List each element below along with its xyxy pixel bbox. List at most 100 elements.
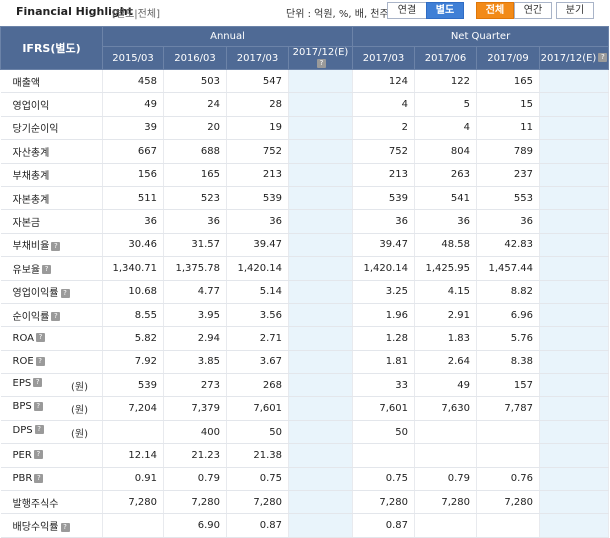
- info-icon[interactable]: ?: [598, 53, 608, 62]
- table-cell: [288, 326, 354, 351]
- table-cell: 539: [226, 186, 289, 211]
- row-label-text: 부채총계: [12, 171, 50, 183]
- period-header: 2017/12(E)?: [287, 46, 354, 70]
- table-cell: 539: [352, 186, 416, 211]
- table-cell: [539, 420, 610, 445]
- info-icon[interactable]: ?: [51, 241, 61, 251]
- row-label: DPS? (원): [0, 420, 103, 445]
- table-cell: 2: [352, 116, 416, 141]
- table-row: 영업이익 49 24 28 4 5 15: [0, 92, 610, 117]
- annual-group-header: Annual: [101, 26, 354, 47]
- table-cell: 1.81: [352, 350, 416, 375]
- table-cell: 49: [102, 92, 164, 117]
- table-cell: 0.87: [352, 513, 416, 538]
- table-cell: 7,280: [352, 490, 416, 515]
- table-cell: [539, 350, 610, 375]
- table-cell: 50: [352, 420, 416, 445]
- row-label-text: 발행주식수: [12, 498, 59, 510]
- table-cell: 122: [414, 69, 478, 94]
- period-header: 2017/03: [226, 46, 289, 70]
- unit-label: 단위 : 억원, %, 배, 천주: [286, 9, 389, 20]
- table-cell: 7,601: [226, 396, 289, 421]
- table-cell: 789: [476, 139, 541, 164]
- table-cell: 36: [226, 209, 289, 234]
- table-cell: [288, 163, 354, 187]
- table-cell: 1.96: [352, 303, 416, 328]
- financial-table: IFRS(별도) Annual Net Quarter 2015/03 2016/…: [0, 26, 610, 538]
- table-cell: 213: [226, 163, 289, 187]
- header-bar: Financial Highlight [별도|전체] 단위 : 억원, %, …: [0, 0, 610, 22]
- info-icon[interactable]: ?: [34, 425, 44, 435]
- table-cell: 5.82: [102, 326, 164, 351]
- info-icon[interactable]: ?: [33, 450, 43, 460]
- table-cell: 263: [414, 163, 478, 187]
- table-cell: 667: [102, 139, 164, 164]
- info-icon[interactable]: ?: [35, 333, 45, 343]
- table-cell: 1,340.71: [102, 256, 164, 281]
- row-label-text: 매출액: [12, 77, 41, 89]
- info-icon[interactable]: ?: [33, 401, 43, 411]
- table-cell: [476, 443, 541, 468]
- row-label-text: 유보율: [12, 264, 41, 276]
- row-label: 순이익률?: [0, 303, 103, 328]
- table-cell: 0.79: [414, 467, 478, 492]
- table-cell: 39: [102, 116, 164, 141]
- table-cell: 4.77: [163, 280, 227, 304]
- info-icon[interactable]: ?: [34, 473, 44, 483]
- toggle-quarterly[interactable]: 분기: [556, 2, 594, 19]
- table-cell: [539, 92, 610, 117]
- row-label-text: BPS: [12, 401, 32, 413]
- table-row: 부채총계 156 165 213 213 263 237: [0, 163, 610, 187]
- table-row: ROA? 5.82 2.94 2.71 1.28 1.83 5.76: [0, 326, 610, 351]
- table-cell: 21.23: [163, 443, 227, 468]
- table-cell: 7,280: [476, 490, 541, 515]
- table-row: DPS? (원) 400 50 50: [0, 420, 610, 445]
- table-cell: [288, 280, 354, 304]
- table-cell: 5.76: [476, 326, 541, 351]
- table-cell: 28: [226, 92, 289, 117]
- table-cell: 20: [163, 116, 227, 141]
- table-cell: [539, 163, 610, 187]
- table-cell: 39.47: [226, 233, 289, 258]
- page-subtitle: [별도|전체]: [112, 9, 160, 20]
- toggle-all[interactable]: 전체: [476, 2, 514, 19]
- table-cell: 0.75: [226, 467, 289, 492]
- row-label: 영업이익률?: [0, 280, 103, 304]
- table-row: 부채비율? 30.46 31.57 39.47 39.47 48.58 42.83: [0, 233, 610, 258]
- table-cell: 10.68: [102, 280, 164, 304]
- row-label: 당기순이익: [0, 116, 103, 141]
- toggle-separate[interactable]: 별도: [426, 2, 464, 19]
- row-label-text: 당기순이익: [12, 124, 59, 136]
- table-cell: [539, 490, 610, 515]
- row-label-text: 자본금: [12, 218, 41, 230]
- table-cell: 458: [102, 69, 164, 94]
- table-row: 순이익률? 8.55 3.95 3.56 1.96 2.91 6.96: [0, 303, 610, 328]
- table-cell: [539, 69, 610, 94]
- table-cell: 165: [163, 163, 227, 187]
- table-row: BPS? (원) 7,204 7,379 7,601 7,601 7,630 7,787: [0, 396, 610, 421]
- table-row: 발행주식수 7,280 7,280 7,280 7,280 7,280 7,280: [0, 490, 610, 515]
- table-cell: 7,379: [163, 396, 227, 421]
- table-cell: 752: [352, 139, 416, 164]
- toggle-annual[interactable]: 연간: [514, 2, 552, 19]
- info-icon[interactable]: ?: [42, 265, 52, 275]
- table-row: EPS? (원) 539 273 268 33 49 157: [0, 373, 610, 398]
- info-icon[interactable]: ?: [33, 378, 43, 388]
- info-icon[interactable]: ?: [317, 58, 326, 68]
- info-icon[interactable]: ?: [35, 356, 45, 366]
- table-cell: 7,204: [102, 396, 164, 421]
- info-icon[interactable]: ?: [60, 288, 70, 298]
- table-row: ROE? 7.92 3.85 3.67 1.81 2.64 8.38: [0, 350, 610, 375]
- table-cell: 5.14: [226, 280, 289, 304]
- table-cell: 541: [414, 186, 478, 211]
- table-cell: [288, 209, 354, 234]
- info-icon[interactable]: ?: [51, 312, 61, 322]
- row-label-text: 배당수익률: [12, 522, 59, 534]
- toggle-consolidated[interactable]: 연결: [387, 2, 427, 19]
- row-label: ROA?: [0, 326, 103, 351]
- table-cell: 36: [414, 209, 478, 234]
- table-cell: 7,601: [352, 396, 416, 421]
- info-icon[interactable]: ?: [60, 522, 70, 532]
- table-cell: 1.28: [352, 326, 416, 351]
- row-label: 영업이익: [0, 92, 103, 117]
